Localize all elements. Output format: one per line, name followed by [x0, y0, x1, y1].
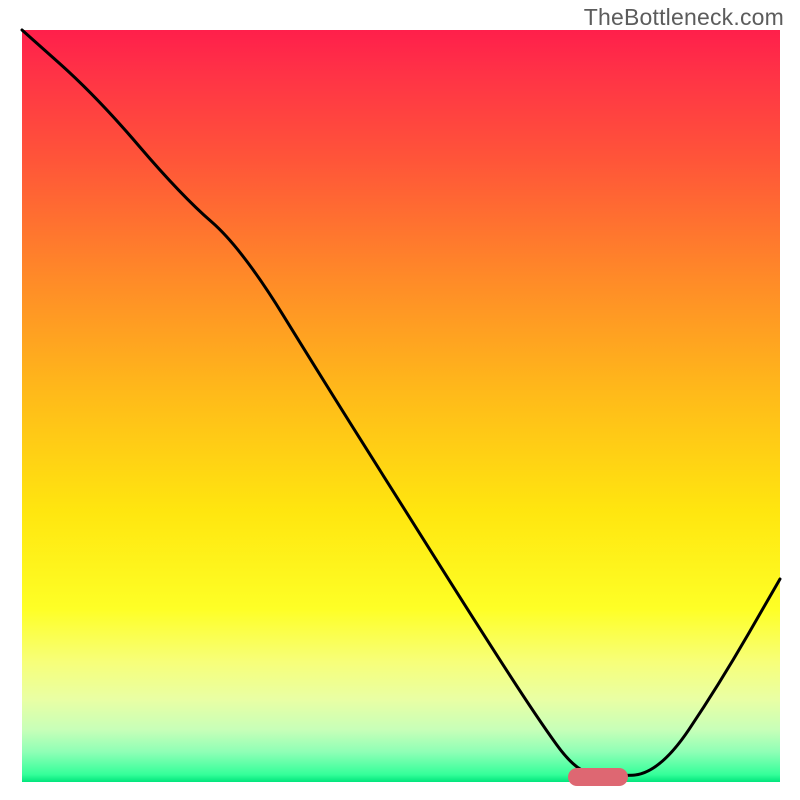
optimum-marker [568, 768, 629, 786]
bottleneck-curve [22, 30, 780, 775]
plot-area [22, 30, 780, 782]
watermark-text: TheBottleneck.com [584, 4, 784, 31]
chart-container: TheBottleneck.com [0, 0, 800, 800]
curve-layer [22, 30, 780, 782]
